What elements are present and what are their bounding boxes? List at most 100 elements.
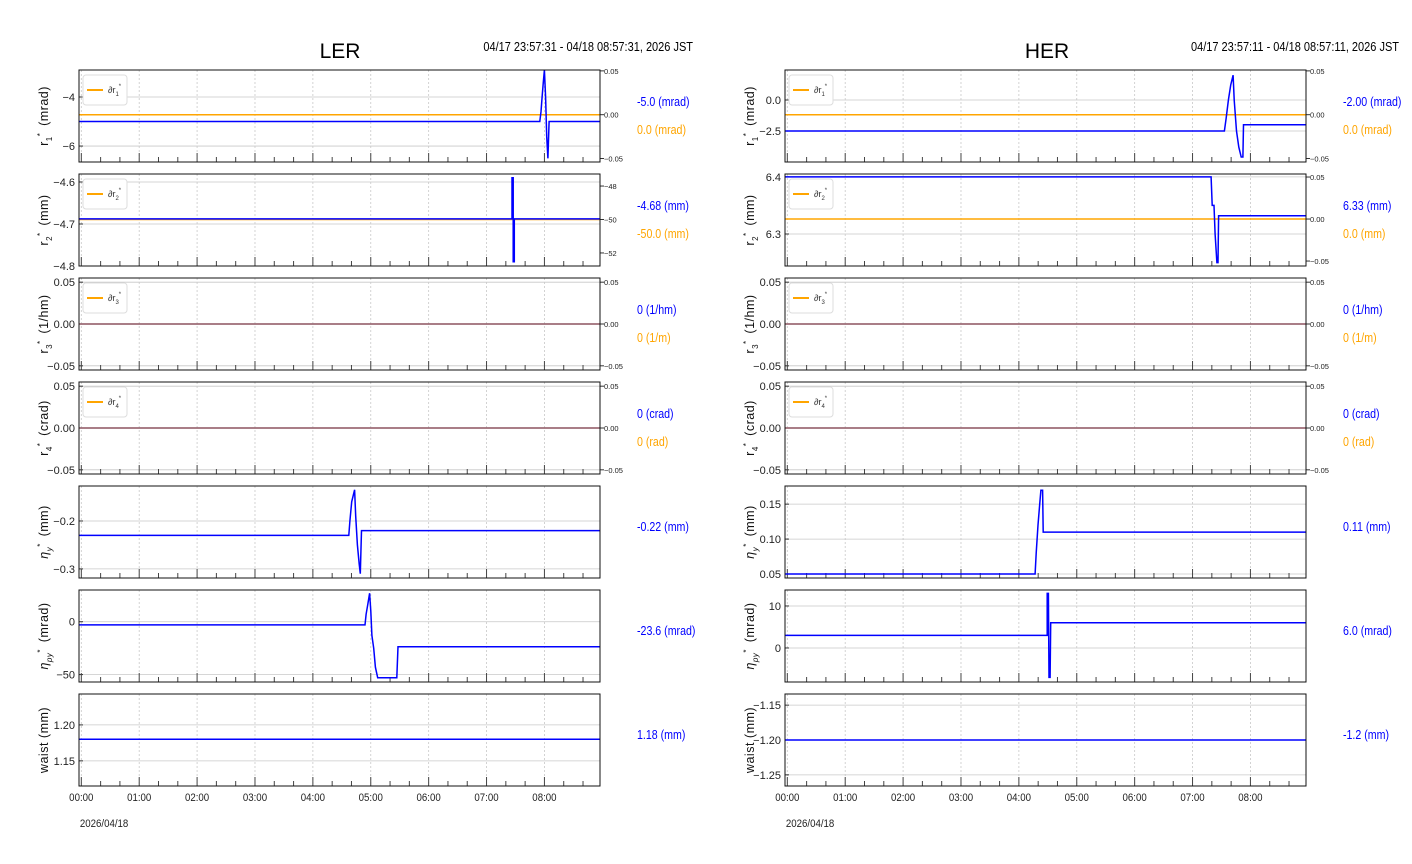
panel-r3: 0.05 0.00 −0.05 0.05 0.00 −0.05 ∂r3* r3* (1/hm)… xyxy=(742,277,1383,373)
right-y-tick-label: −0.05 xyxy=(1310,362,1329,371)
right-y-tick-label: −50 xyxy=(604,215,617,224)
value-readout: 0 (crad) xyxy=(637,407,674,421)
x-tick-label: 00:00 xyxy=(775,793,799,805)
y-tick-label: 0 xyxy=(775,643,781,655)
y-tick-label: −0.05 xyxy=(47,361,75,373)
plot-frame xyxy=(78,589,601,683)
series-eta_y xyxy=(79,489,600,574)
value-readout: -5.0 (mrad) xyxy=(637,95,690,109)
y-axis-label: r1* (mrad) xyxy=(36,86,54,146)
x-tick-label: 08:00 xyxy=(1238,793,1262,805)
y-axis-label: ηy* (mm) xyxy=(36,505,54,558)
panel-eta_y: 0.15 0.10 0.05ηy* (mm) 0.11 (mm) xyxy=(742,485,1391,581)
y-tick-label: −0.3 xyxy=(53,564,75,576)
x-tick-label: 00:00 xyxy=(69,793,93,805)
value-readout: 0 (rad) xyxy=(637,435,668,449)
right-y-tick-label: 0.05 xyxy=(604,67,619,76)
y-tick-label: −6 xyxy=(62,141,75,153)
y-tick-label: 6.3 xyxy=(766,229,781,241)
series-eta_y xyxy=(785,489,1306,575)
y-axis-label: r4* (crad) xyxy=(36,400,54,456)
x-tick-label: 01:00 xyxy=(833,793,857,805)
right-y-tick-label: 0.05 xyxy=(604,382,619,391)
series-r1 xyxy=(785,75,1306,158)
right-y-tick-label: −0.05 xyxy=(1310,154,1329,163)
x-tick-label: 05:00 xyxy=(359,793,383,805)
value-readout: 0.11 (mm) xyxy=(1343,520,1391,534)
beam-parameter-figure: LER 04/17 23:57:31 - 04/18 08:57:31, 2026… xyxy=(36,40,1402,831)
panel-waist: 1.20 1.15waist (mm) 1.18 (mm) xyxy=(37,693,686,787)
y-tick-label: −4.8 xyxy=(53,261,75,273)
y-tick-label: 1.15 xyxy=(54,756,75,768)
y-tick-label: 6.4 xyxy=(766,172,781,184)
date-label: 2026/04/18 xyxy=(80,819,129,831)
y-axis-label: r3* (1/hm) xyxy=(36,294,54,353)
right-y-tick-label: 0.05 xyxy=(604,278,619,287)
right-y-tick-label: 0.00 xyxy=(1310,320,1325,329)
y-tick-label: −1.20 xyxy=(753,735,781,747)
her-chart: HER 04/17 23:57:11 - 04/18 08:57:11, 2026… xyxy=(742,40,1402,830)
y-tick-label: 0.00 xyxy=(760,423,781,435)
y-tick-label: −4.7 xyxy=(53,219,75,231)
series-eta_py xyxy=(79,593,600,679)
right-y-tick-label: 0.00 xyxy=(1310,111,1325,120)
y-tick-label: −0.05 xyxy=(47,465,75,477)
right-y-tick-label: 0.05 xyxy=(1310,67,1325,76)
y-tick-label: 0.15 xyxy=(760,499,781,511)
y-tick-label: −1.25 xyxy=(753,770,781,782)
date-label: 2026/04/18 xyxy=(786,819,835,831)
right-y-tick-label: 0.00 xyxy=(604,424,619,433)
legend: ∂r2* xyxy=(788,178,834,210)
chart-title: LER xyxy=(320,40,361,63)
value-readout: 6.0 (mrad) xyxy=(1343,624,1392,638)
legend: ∂r1* xyxy=(82,74,128,106)
y-tick-label: −0.05 xyxy=(753,361,781,373)
panel-r3: 0.05 0.00 −0.05 0.05 0.00 −0.05 ∂r3* r3* (1/hm)… xyxy=(36,277,677,373)
y-axis-label: ηpy* (mrad) xyxy=(742,602,760,669)
value-readout: -2.00 (mrad) xyxy=(1343,95,1402,109)
y-axis-label: r1* (mrad) xyxy=(742,86,760,146)
value-readout: 6.33 (mm) xyxy=(1343,199,1392,213)
legend: ∂r3* xyxy=(82,282,128,314)
y-tick-label: 0.05 xyxy=(760,381,781,393)
right-y-tick-label: −0.05 xyxy=(1310,466,1329,475)
value-readout: 0 (1/hm) xyxy=(637,303,677,317)
panel-eta_py: 10 0 ηpy* (mrad) 6.0 (mrad) xyxy=(742,589,1392,683)
value-readout: -50.0 (mm) xyxy=(637,227,689,241)
panel-eta_y: −0.2 −0.3 ηy* (mm) -0.22 (mm) xyxy=(36,485,689,579)
y-tick-label: 0.0 xyxy=(766,95,781,107)
panel-r2: 6.4 6.3 0.05 0.00 −0.05 ∂r2* r2* (mm) 6.33 (mm)… xyxy=(742,172,1392,267)
x-tick-label: 04:00 xyxy=(301,793,325,805)
value-readout: -23.6 (mrad) xyxy=(637,624,696,638)
x-tick-label: 06:00 xyxy=(1123,793,1147,805)
x-tick-label: 01:00 xyxy=(127,793,151,805)
y-tick-label: −2.5 xyxy=(759,126,781,138)
value-readout: -0.22 (mm) xyxy=(637,520,689,534)
right-y-tick-label: −48 xyxy=(604,182,617,191)
legend: ∂r1* xyxy=(788,74,834,106)
right-y-tick-label: 0.05 xyxy=(1310,173,1325,182)
y-tick-label: 0.00 xyxy=(760,319,781,331)
y-tick-label: 0.05 xyxy=(54,381,75,393)
y-tick-label: 0.05 xyxy=(54,277,75,289)
y-tick-label: −4.6 xyxy=(53,177,75,189)
value-readout: -4.68 (mm) xyxy=(637,199,689,213)
legend: ∂r3* xyxy=(788,282,834,314)
y-tick-label: 0.10 xyxy=(760,534,781,546)
y-axis-label: r2* (mm) xyxy=(36,194,54,245)
right-y-tick-label: 0.00 xyxy=(604,111,619,120)
x-tick-label: 03:00 xyxy=(243,793,267,805)
panel-r1: −4 −6 0.05 0.00 −0.05 ∂r1* r1* (mrad) -5.0 (mra… xyxy=(36,67,690,164)
y-tick-label: −0.05 xyxy=(753,465,781,477)
value-readout: 1.18 (mm) xyxy=(637,728,686,742)
y-tick-label: −1.15 xyxy=(753,700,781,712)
y-axis-label: r4* (crad) xyxy=(742,400,760,456)
y-tick-label: 0 xyxy=(69,617,75,629)
y-tick-label: 0.05 xyxy=(760,569,781,581)
x-tick-label: 04:00 xyxy=(1007,793,1031,805)
right-y-tick-label: 0.00 xyxy=(604,320,619,329)
y-tick-label: 0.00 xyxy=(54,423,75,435)
value-readout: 0.0 (mrad) xyxy=(1343,123,1392,137)
x-tick-label: 03:00 xyxy=(949,793,973,805)
x-tick-label: 06:00 xyxy=(417,793,441,805)
